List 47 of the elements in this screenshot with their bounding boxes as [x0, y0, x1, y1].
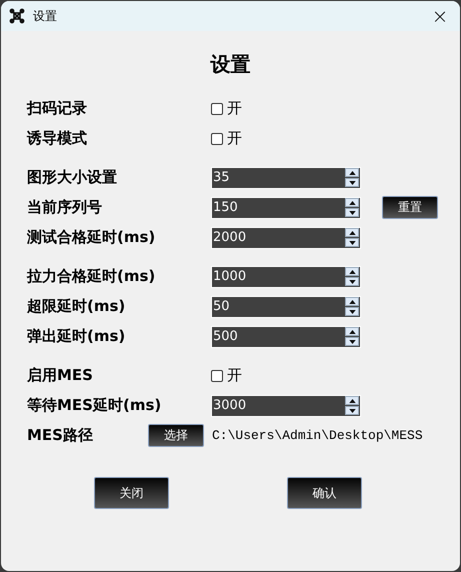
- dialog-button[interactable]: 确认: [287, 477, 362, 509]
- number-spinner[interactable]: 3000: [211, 394, 361, 416]
- checkbox[interactable]: [211, 102, 223, 114]
- decrement-icon[interactable]: [345, 238, 359, 247]
- decrement-icon[interactable]: [345, 406, 359, 415]
- setting-label: 弹出延时(ms): [27, 327, 126, 346]
- checkbox-label: 开: [227, 99, 242, 118]
- increment-icon[interactable]: [345, 168, 359, 177]
- app-icon: [9, 8, 25, 24]
- setting-label: 扫码记录: [27, 99, 88, 118]
- increment-icon[interactable]: [345, 198, 359, 207]
- setting-label: MES路径: [27, 426, 94, 445]
- decrement-icon[interactable]: [345, 208, 359, 217]
- number-spinner[interactable]: 1000: [211, 266, 361, 288]
- increment-icon[interactable]: [345, 297, 359, 306]
- setting-label: 诱导模式: [27, 129, 88, 148]
- checkbox[interactable]: [211, 370, 223, 382]
- increment-icon[interactable]: [345, 396, 359, 405]
- setting-label: 拉力合格延时(ms): [27, 267, 156, 286]
- number-spinner[interactable]: 2000: [211, 226, 361, 248]
- number-spinner[interactable]: 150: [211, 196, 361, 218]
- checkbox-label: 开: [227, 129, 242, 148]
- setting-label: 当前序列号: [27, 198, 103, 217]
- reset-button[interactable]: 重置: [382, 196, 438, 219]
- increment-icon[interactable]: [345, 267, 359, 276]
- decrement-icon[interactable]: [345, 307, 359, 316]
- close-button[interactable]: ×: [420, 1, 460, 31]
- setting-label: 超限延时(ms): [27, 297, 126, 316]
- decrement-icon[interactable]: [345, 337, 359, 346]
- number-spinner[interactable]: 50: [211, 296, 361, 318]
- dialog-button[interactable]: 关闭: [94, 477, 169, 509]
- setting-label: 等待MES延时(ms): [27, 396, 162, 415]
- path-text: C:\Users\Admin\Desktop\MESS: [212, 428, 423, 443]
- number-spinner[interactable]: 35: [211, 166, 361, 188]
- decrement-icon[interactable]: [345, 178, 359, 187]
- setting-label: 启用MES: [27, 366, 94, 385]
- number-spinner[interactable]: 500: [211, 326, 361, 348]
- checkbox-label: 开: [227, 366, 242, 385]
- checkbox[interactable]: [211, 132, 223, 144]
- setting-label: 测试合格延时(ms): [27, 228, 156, 247]
- setting-label: 图形大小设置: [27, 168, 118, 187]
- dialog-heading: 设置: [209, 51, 252, 77]
- increment-icon[interactable]: [345, 327, 359, 336]
- window-title: 设置: [33, 8, 58, 24]
- increment-icon[interactable]: [345, 228, 359, 237]
- decrement-icon[interactable]: [345, 277, 359, 286]
- choose-button[interactable]: 选择: [148, 424, 204, 447]
